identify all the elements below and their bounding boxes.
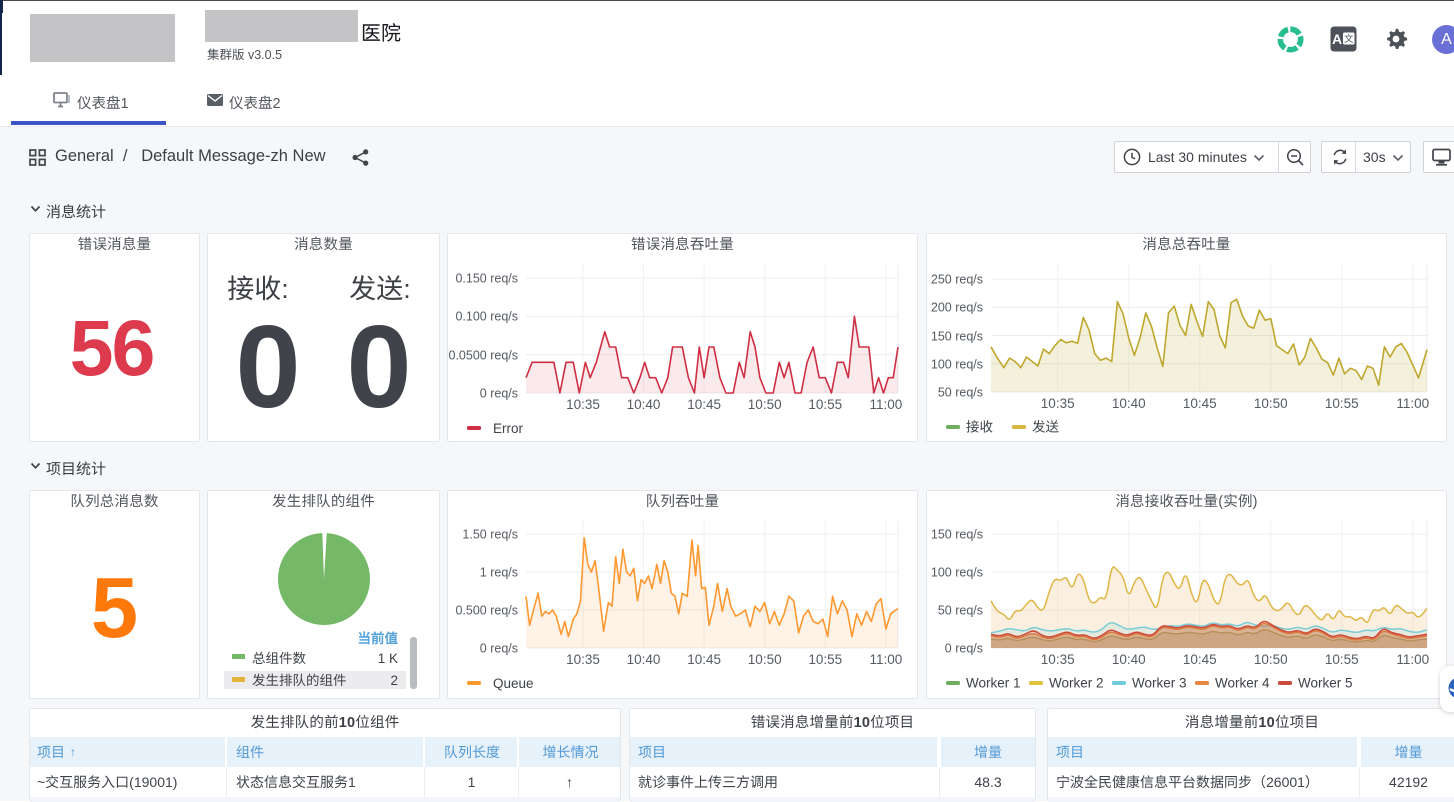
svg-text:10:55: 10:55 <box>1325 652 1359 667</box>
svg-text:接收: 接收 <box>966 420 994 435</box>
svg-text:10:55: 10:55 <box>1325 396 1359 411</box>
svg-text:A: A <box>1332 31 1342 47</box>
svg-text:10:45: 10:45 <box>687 397 721 412</box>
svg-text:150 req/s: 150 req/s <box>931 330 983 344</box>
svg-text:0.0500 req/s: 0.0500 req/s <box>449 349 519 363</box>
svg-text:10:35: 10:35 <box>1041 396 1075 411</box>
svg-text:Worker 3: Worker 3 <box>1132 676 1187 691</box>
svg-text:发送: 发送 <box>1032 420 1060 435</box>
svg-text:10:45: 10:45 <box>687 652 721 667</box>
svg-text:1 req/s: 1 req/s <box>480 566 518 580</box>
svg-text:50 req/s: 50 req/s <box>938 386 983 400</box>
svg-text:10:40: 10:40 <box>1112 396 1146 411</box>
svg-text:10:35: 10:35 <box>566 397 600 412</box>
svg-text:当前值: 当前值 <box>358 631 399 646</box>
svg-text:0 req/s: 0 req/s <box>480 642 518 656</box>
svg-text:Worker 4: Worker 4 <box>1215 676 1270 691</box>
svg-text:100 req/s: 100 req/s <box>931 566 983 580</box>
svg-text:总组件数: 总组件数 <box>252 651 306 666</box>
svg-text:Worker 1: Worker 1 <box>966 676 1021 691</box>
svg-text:Worker 2: Worker 2 <box>1049 676 1104 691</box>
svg-text:200 req/s: 200 req/s <box>931 301 983 315</box>
svg-text:11:00: 11:00 <box>1396 396 1429 411</box>
svg-text:10:55: 10:55 <box>808 652 842 667</box>
svg-text:10:40: 10:40 <box>1112 652 1146 667</box>
svg-text:10:50: 10:50 <box>748 652 782 667</box>
svg-text:0.100 req/s: 0.100 req/s <box>455 310 518 324</box>
svg-text:1 K: 1 K <box>378 651 398 666</box>
svg-text:10:50: 10:50 <box>1254 396 1288 411</box>
svg-text:10:40: 10:40 <box>627 397 661 412</box>
svg-text:Error: Error <box>493 421 524 436</box>
svg-text:50 req/s: 50 req/s <box>938 604 983 618</box>
svg-text:Queue: Queue <box>493 676 534 691</box>
svg-text:250 req/s: 250 req/s <box>931 273 983 287</box>
svg-text:11:00: 11:00 <box>870 397 903 412</box>
svg-text:文: 文 <box>1344 33 1354 45</box>
svg-text:发生排队的组件: 发生排队的组件 <box>252 673 347 688</box>
svg-text:11:00: 11:00 <box>870 652 903 667</box>
svg-text:10:35: 10:35 <box>1041 652 1075 667</box>
svg-text:0 req/s: 0 req/s <box>480 387 518 401</box>
svg-text:10:55: 10:55 <box>808 397 842 412</box>
svg-text:10:40: 10:40 <box>627 652 661 667</box>
svg-text:1.50 req/s: 1.50 req/s <box>462 528 518 542</box>
svg-text:10:50: 10:50 <box>1254 652 1288 667</box>
svg-text:10:35: 10:35 <box>566 652 600 667</box>
svg-text:0.500 req/s: 0.500 req/s <box>455 604 518 618</box>
svg-text:2: 2 <box>390 673 398 688</box>
svg-text:Worker 5: Worker 5 <box>1298 676 1353 691</box>
svg-text:10:50: 10:50 <box>748 397 782 412</box>
svg-text:10:45: 10:45 <box>1183 396 1217 411</box>
svg-text:100 req/s: 100 req/s <box>931 358 983 372</box>
svg-text:150 req/s: 150 req/s <box>931 528 983 542</box>
svg-text:0.150 req/s: 0.150 req/s <box>455 272 518 286</box>
svg-text:10:45: 10:45 <box>1183 652 1217 667</box>
svg-text:11:00: 11:00 <box>1396 652 1429 667</box>
svg-text:0 req/s: 0 req/s <box>945 642 983 656</box>
